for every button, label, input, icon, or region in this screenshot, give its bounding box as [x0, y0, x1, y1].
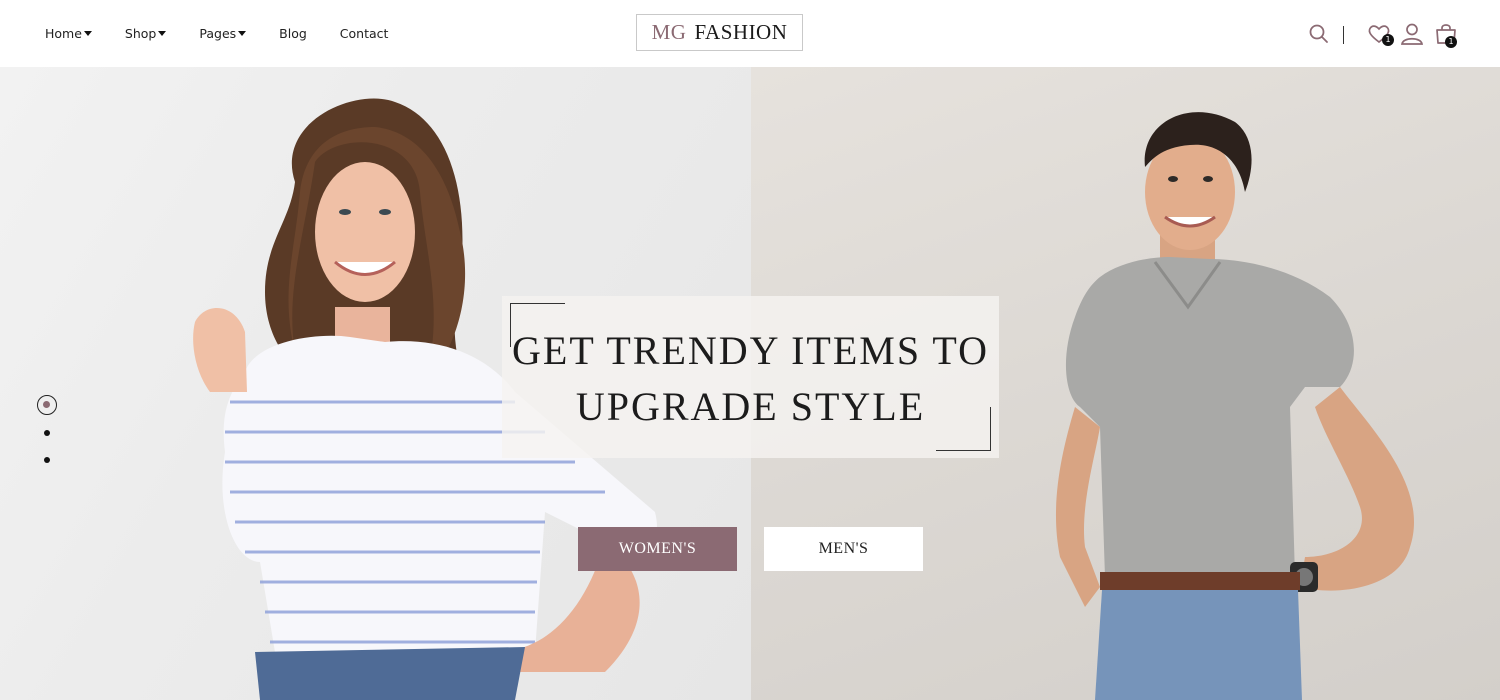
- chevron-down-icon: [158, 31, 167, 36]
- slider-pagination: [36, 394, 60, 474]
- man-model-image: [1040, 107, 1430, 700]
- nav-pages-label: Pages: [199, 26, 237, 41]
- womens-button[interactable]: WOMEN'S: [578, 527, 737, 571]
- site-logo[interactable]: MG FASHION: [636, 14, 803, 51]
- nav-shop-label: Shop: [124, 26, 157, 41]
- hero-banner: GET TRENDY ITEMS TO UPGRADE STYLE WOMEN'…: [0, 67, 1500, 700]
- nav-blog-label: Blog: [279, 26, 307, 41]
- logo-mg: MG: [651, 20, 687, 44]
- header-divider: [1343, 26, 1344, 44]
- hero-headline-line-2: UPGRADE STYLE: [575, 384, 926, 429]
- search-icon[interactable]: [1305, 20, 1333, 48]
- chevron-down-icon: [83, 31, 92, 36]
- heart-icon[interactable]: 1: [1365, 20, 1394, 48]
- nav-home[interactable]: Home: [45, 26, 92, 41]
- hero-headline-line-1: GET TRENDY ITEMS TO: [512, 328, 989, 373]
- site-header: Home Shop Pages Blog Contact MG FASHION …: [0, 0, 1500, 67]
- nav-shop[interactable]: Shop: [124, 26, 167, 41]
- logo-fashion: FASHION: [694, 20, 788, 44]
- hero-headline-box: GET TRENDY ITEMS TO UPGRADE STYLE: [502, 296, 999, 458]
- cart-count-badge: 1: [1445, 36, 1457, 48]
- wishlist-count-badge: 1: [1382, 34, 1394, 46]
- hero-headline: GET TRENDY ITEMS TO UPGRADE STYLE: [502, 323, 999, 435]
- main-nav: Home Shop Pages Blog Contact: [45, 0, 421, 67]
- nav-pages[interactable]: Pages: [199, 26, 247, 41]
- slide-dot-3[interactable]: [44, 457, 50, 463]
- user-icon[interactable]: [1398, 20, 1426, 48]
- shopping-bag-icon[interactable]: 1: [1432, 20, 1460, 48]
- slide-dot-1-active[interactable]: [37, 395, 57, 415]
- mens-button[interactable]: MEN'S: [764, 527, 923, 571]
- chevron-down-icon: [238, 31, 247, 36]
- slide-dot-2[interactable]: [44, 430, 50, 436]
- nav-blog[interactable]: Blog: [279, 26, 307, 41]
- nav-contact-label: Contact: [339, 26, 389, 41]
- nav-contact[interactable]: Contact: [340, 26, 389, 41]
- nav-home-label: Home: [45, 26, 82, 41]
